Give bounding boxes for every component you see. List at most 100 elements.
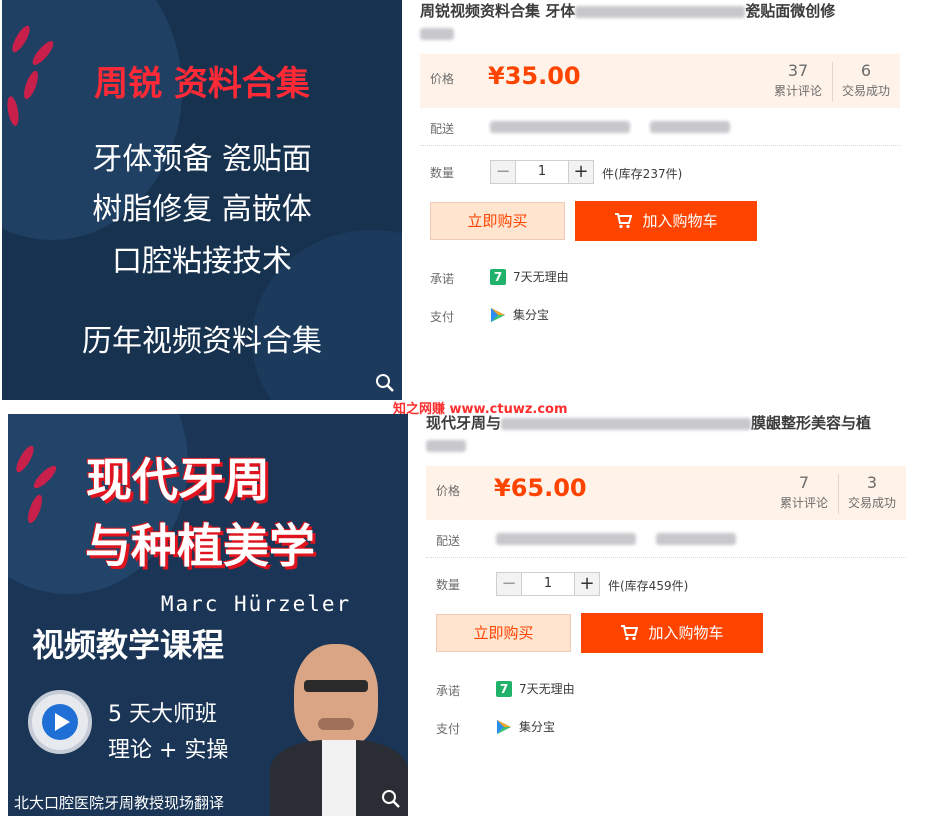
pay-text: 集分宝 [519, 720, 556, 734]
pay-label: 支付 [436, 722, 461, 736]
promise-item[interactable]: 7 7天无理由 [490, 268, 569, 285]
blurred-text [575, 5, 746, 18]
image-footer: 北大口腔医院牙周教授现场翻译 [14, 794, 225, 812]
quantity-input[interactable]: 1 [522, 572, 574, 596]
product-listing-2: 现代牙周 与种植美学 Marc Hürzeler 视频教学课程 5 天大师班 理… [0, 408, 941, 816]
quantity-input[interactable]: 1 [516, 160, 568, 184]
image-line: 5 天大师班 [108, 702, 217, 727]
trades-label: 交易成功 [841, 84, 890, 98]
promise-row: 承诺 7 7天无理由 [426, 670, 906, 708]
promise-label: 承诺 [436, 684, 461, 698]
buy-now-button[interactable]: 立即购买 [436, 614, 571, 652]
blurred-text [420, 27, 454, 40]
play-icon[interactable] [28, 690, 92, 754]
zoom-icon[interactable] [380, 788, 402, 810]
blurred-text [426, 439, 466, 452]
increase-button[interactable]: + [574, 572, 600, 596]
blurred-text [496, 533, 636, 545]
title-text: 现代牙周与 [426, 414, 502, 432]
decrease-button[interactable]: − [490, 160, 516, 184]
jifenbao-icon [497, 719, 511, 734]
add-to-cart-button[interactable]: 加入购物车 [575, 201, 757, 241]
decrease-button[interactable]: − [496, 572, 522, 596]
trades-count: 6 [860, 61, 872, 80]
pay-item[interactable]: 集分宝 [490, 306, 549, 323]
reviews-count: 37 [787, 61, 809, 80]
promise-text: 7天无理由 [519, 682, 575, 696]
increase-button[interactable]: + [568, 160, 594, 184]
price-label: 价格 [436, 484, 461, 498]
blurred-text [490, 121, 630, 133]
price-box: 价格 ¥35.00 37 累计评论 6 交易成功 [420, 54, 900, 108]
quantity-label: 数量 [430, 166, 455, 180]
image-line: 口腔粘接技术 [112, 244, 292, 279]
quantity-label: 数量 [436, 578, 461, 592]
image-subtitle: 视频教学课程 [31, 626, 224, 664]
price-label: 价格 [430, 72, 455, 86]
image-speaker: Marc Hürzeler [160, 592, 352, 616]
buy-now-button[interactable]: 立即购买 [430, 202, 565, 240]
promise-label: 承诺 [430, 272, 455, 286]
cart-icon [615, 213, 633, 229]
add-to-cart-label: 加入购物车 [648, 624, 724, 642]
action-row: 立即购买 加入购物车 [420, 192, 900, 258]
payment-row: 支付 集分宝 [420, 296, 900, 334]
title-text: 周锐视频资料合集 牙体 [420, 2, 576, 20]
pay-text: 集分宝 [513, 308, 550, 322]
product-image[interactable]: 现代牙周 与种植美学 Marc Hürzeler 视频教学课程 5 天大师班 理… [8, 414, 408, 816]
stat-divider [838, 474, 839, 514]
pay-item[interactable]: 集分宝 [496, 718, 555, 735]
image-title: 现代牙周 [86, 453, 270, 507]
blurred-text [650, 121, 730, 133]
pay-label: 支付 [430, 310, 455, 324]
image-title: 周锐 资料合集 [94, 64, 310, 104]
reviews-label: 累计评论 [779, 496, 828, 510]
product-listing-1: 周锐 资料合集 牙体预备 瓷贴面 树脂修复 高嵌体 口腔粘接技术 历年视频资料合… [0, 0, 941, 408]
stat-divider [832, 62, 833, 102]
quantity-row: 数量 − 1 + 件(库存237件) [420, 146, 900, 192]
price-value: ¥35.00 [488, 62, 581, 90]
trades-stat: 3 交易成功 [840, 473, 904, 511]
product-title[interactable]: 现代牙周与 膜龈整形美容与植 [426, 412, 896, 456]
quantity-stepper: − 1 + [490, 160, 594, 184]
image-title: 与种植美学 [85, 519, 315, 573]
blurred-text [501, 417, 752, 430]
shipping-row: 配送 [426, 520, 906, 558]
trades-label: 交易成功 [847, 496, 896, 510]
product-title[interactable]: 周锐视频资料合集 牙体 瓷贴面微创修 [420, 0, 890, 44]
image-line: 树脂修复 高嵌体 [92, 192, 312, 227]
quantity-stepper: − 1 + [496, 572, 600, 596]
reviews-label: 累计评论 [773, 84, 822, 98]
blurred-text [656, 533, 736, 545]
cart-icon [621, 625, 639, 641]
promise-row: 承诺 7 7天无理由 [420, 258, 900, 296]
promise-item[interactable]: 7 7天无理由 [496, 680, 575, 697]
product-info: 现代牙周与 膜龈整形美容与植 价格 ¥65.00 7 累计评论 3 交易成功 配送… [426, 412, 906, 746]
quantity-row: 数量 − 1 + 件(库存459件) [426, 558, 906, 604]
image-line: 历年视频资料合集 [82, 324, 322, 359]
product-image[interactable]: 周锐 资料合集 牙体预备 瓷贴面 树脂修复 高嵌体 口腔粘接技术 历年视频资料合… [2, 0, 402, 400]
title-text: 膜龈整形美容与植 [751, 414, 872, 432]
seven-day-icon: 7 [490, 268, 506, 285]
add-to-cart-button[interactable]: 加入购物车 [581, 613, 763, 653]
action-row: 立即购买 加入购物车 [426, 604, 906, 670]
trades-stat: 6 交易成功 [834, 61, 898, 99]
shipping-label: 配送 [436, 534, 461, 548]
reviews-stat[interactable]: 37 累计评论 [766, 61, 830, 99]
seven-day-icon: 7 [496, 680, 512, 697]
image-line: 理论 + 实操 [108, 738, 229, 763]
price-value: ¥65.00 [494, 474, 587, 502]
trades-count: 3 [866, 473, 878, 492]
price-box: 价格 ¥65.00 7 累计评论 3 交易成功 [426, 466, 906, 520]
reviews-stat[interactable]: 7 累计评论 [772, 473, 836, 511]
reviews-count: 7 [798, 473, 810, 492]
title-text: 瓷贴面微创修 [745, 2, 836, 20]
speaker-photo [294, 644, 378, 748]
zoom-icon[interactable] [374, 372, 396, 394]
payment-row: 支付 集分宝 [426, 708, 906, 746]
shipping-row: 配送 [420, 108, 900, 146]
product-info: 周锐视频资料合集 牙体 瓷贴面微创修 价格 ¥35.00 37 累计评论 6 交易… [420, 0, 900, 334]
stock-text: 件(库存459件) [608, 579, 689, 593]
jifenbao-icon [491, 307, 505, 322]
stock-text: 件(库存237件) [602, 167, 683, 181]
